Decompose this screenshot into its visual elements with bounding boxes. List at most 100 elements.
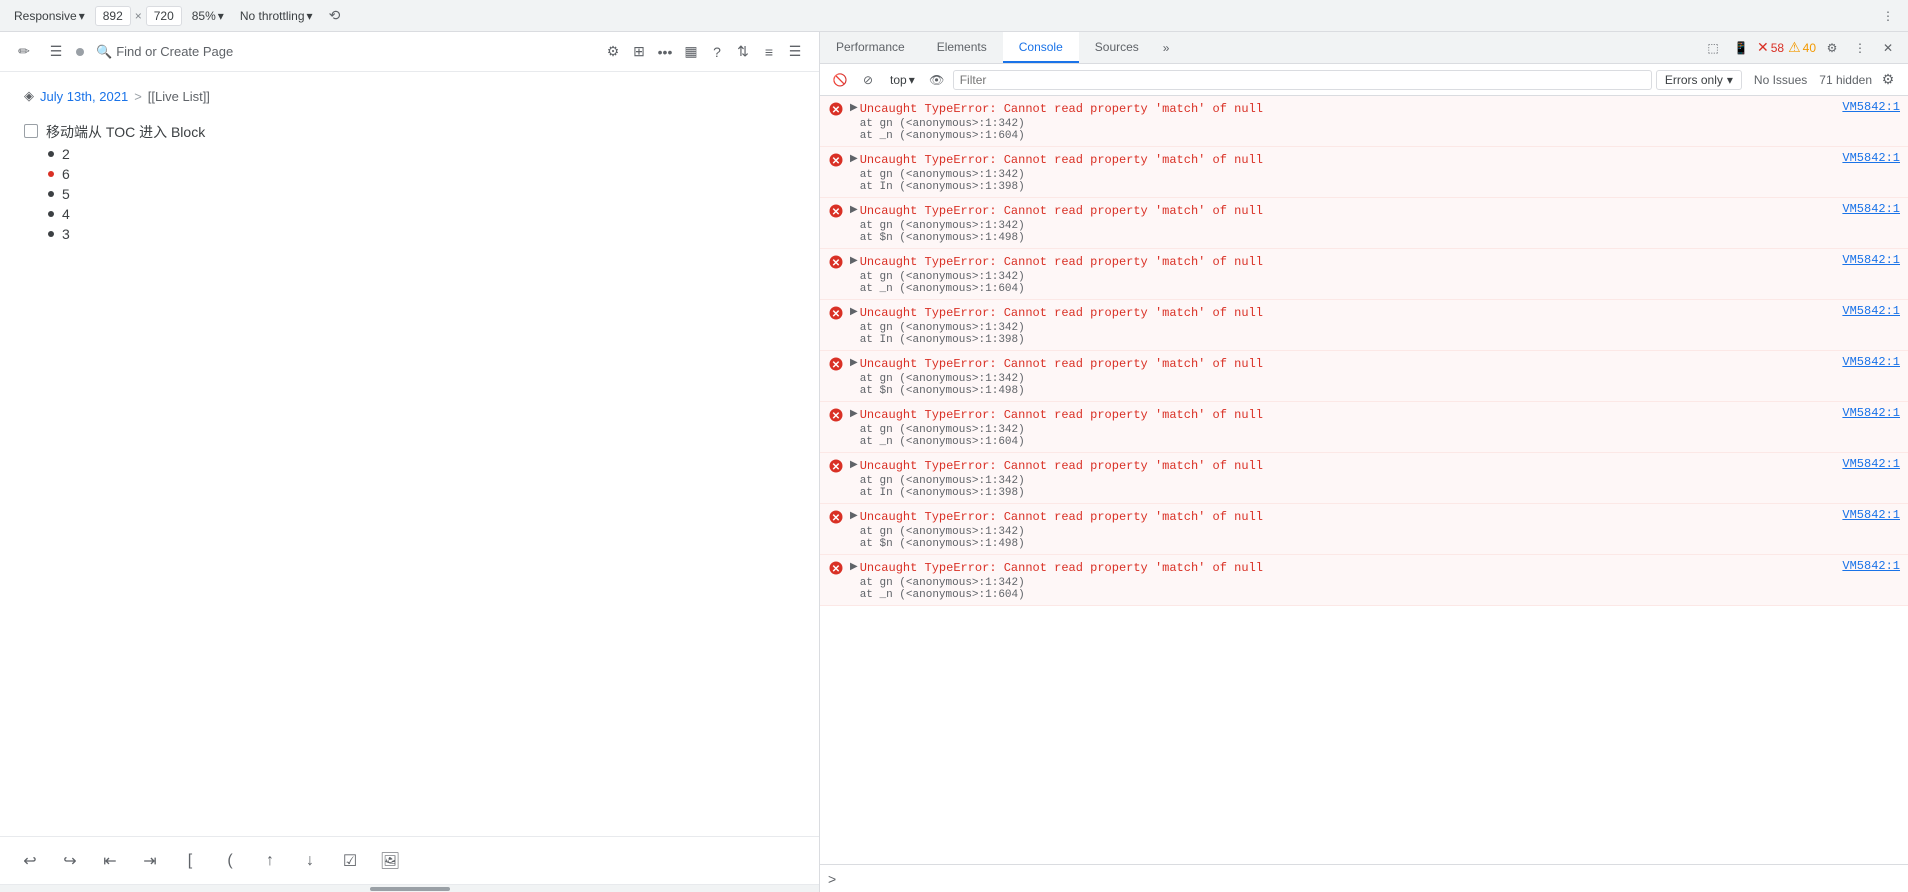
paren-button[interactable]: ( [216,847,244,875]
tab-performance[interactable]: Performance [820,32,921,63]
rotate-icon[interactable]: ⟲ [323,4,347,28]
error-message-text: Uncaught TypeError: Cannot read property… [860,355,1843,373]
throttle-select[interactable]: No throttling ▾ [234,7,319,25]
device-toolbar-icon[interactable]: 📱 [1729,36,1753,60]
devtools-close-icon[interactable]: ✕ [1876,36,1900,60]
responsive-label: Responsive [14,9,77,23]
undo-button[interactable]: ↩ [16,847,44,875]
list-item-value: 6 [62,166,70,182]
error-source-link[interactable]: VM5842:1 [1842,202,1900,216]
error-source-link[interactable]: VM5842:1 [1842,253,1900,267]
throttle-label: No throttling [240,9,305,23]
expand-icon[interactable]: ▶ [850,255,858,266]
expand-icon[interactable]: ▶ [850,153,858,164]
outdent-button[interactable]: ⇤ [96,847,124,875]
width-input[interactable] [95,6,131,26]
console-error-row[interactable]: ✕▶Uncaught TypeError: Cannot read proper… [820,147,1908,198]
block-checkbox-item: 移动端从 TOC 进入 Block [24,120,795,144]
find-create-label: Find or Create Page [116,44,233,59]
checkbox-input[interactable] [24,124,38,138]
error-source-link[interactable]: VM5842:1 [1842,406,1900,420]
console-error-row[interactable]: ✕▶Uncaught TypeError: Cannot read proper… [820,555,1908,606]
eye-icon[interactable]: 👁 [925,68,949,92]
menu-icon[interactable]: ☰ [783,40,807,64]
errors-only-button[interactable]: Errors only ▾ [1656,70,1742,90]
indent-button[interactable]: ⇥ [136,847,164,875]
error-source-link[interactable]: VM5842:1 [1842,100,1900,114]
list-icon[interactable]: ☰ [44,40,68,64]
list-item: 2 [24,144,795,164]
console-error-row[interactable]: ✕▶Uncaught TypeError: Cannot read proper… [820,402,1908,453]
console-error-row[interactable]: ✕▶Uncaught TypeError: Cannot read proper… [820,198,1908,249]
filter-icon[interactable]: ⚙ [601,40,625,64]
tab-more-icon[interactable]: » [1155,32,1178,63]
no-issues-button[interactable]: No Issues [1746,71,1815,89]
error-message-text: Uncaught TypeError: Cannot read property… [860,457,1843,475]
expand-icon[interactable]: ▶ [850,306,858,317]
redo-button[interactable]: ↪ [56,847,84,875]
height-input[interactable] [146,6,182,26]
error-source-link[interactable]: VM5842:1 [1842,508,1900,522]
arrow-down-button[interactable]: ↓ [296,847,324,875]
tab-elements-label: Elements [937,40,987,54]
console-error-row[interactable]: ✕▶Uncaught TypeError: Cannot read proper… [820,249,1908,300]
devtools-header: Performance Elements Console Sources » ⬚… [820,32,1908,64]
console-input[interactable] [842,872,1900,886]
text-align-icon[interactable]: ≡ [757,40,781,64]
console-error-row[interactable]: ✕▶Uncaught TypeError: Cannot read proper… [820,504,1908,555]
error-source-link[interactable]: VM5842:1 [1842,304,1900,318]
editor-scrollbar[interactable] [0,884,819,892]
devtools-more-icon[interactable]: ⋮ [1848,36,1872,60]
arrow-up-button[interactable]: ↑ [256,847,284,875]
list-item: 4 [24,204,795,224]
expand-icon[interactable]: ▶ [850,102,858,113]
more-options-icon[interactable]: ••• [653,40,677,64]
console-error-row[interactable]: ✕▶Uncaught TypeError: Cannot read proper… [820,351,1908,402]
console-messages: ✕▶Uncaught TypeError: Cannot read proper… [820,96,1908,864]
zoom-select[interactable]: 85% ▾ [186,7,230,25]
bracket-button[interactable]: [ [176,847,204,875]
error-source-link[interactable]: VM5842:1 [1842,559,1900,573]
expand-icon[interactable]: ▶ [850,357,858,368]
console-filter-input[interactable] [953,70,1652,90]
error-main-line: Uncaught TypeError: Cannot read property… [860,304,1900,322]
find-create-page-button[interactable]: 🔍 Find or Create Page [96,44,233,60]
console-error-row[interactable]: ✕▶Uncaught TypeError: Cannot read proper… [820,300,1908,351]
grid-icon[interactable]: ⊞ [627,40,651,64]
console-clear-icon[interactable]: 🚫 [828,68,852,92]
image-button[interactable]: 🖼 [376,847,404,875]
pencil-icon[interactable]: ✏ [12,40,36,64]
console-settings-icon[interactable]: ⚙ [1876,68,1900,92]
error-source-link[interactable]: VM5842:1 [1842,457,1900,471]
help-icon[interactable]: ? [705,40,729,64]
top-bar-more-icon[interactable]: ⋮ [1876,4,1900,28]
devtools-tabs: Performance Elements Console Sources » [820,32,1177,63]
console-context-select[interactable]: top ▾ [884,71,921,89]
console-error-row[interactable]: ✕▶Uncaught TypeError: Cannot read proper… [820,453,1908,504]
tab-elements[interactable]: Elements [921,32,1003,63]
console-filter-icon[interactable]: ⊘ [856,68,880,92]
inspect-element-icon[interactable]: ⬚ [1701,36,1725,60]
error-source-link[interactable]: VM5842:1 [1842,355,1900,369]
devtools-panel: Performance Elements Console Sources » ⬚… [820,32,1908,892]
error-circle-icon: ✕ [828,254,844,270]
responsive-select[interactable]: Responsive ▾ [8,7,91,25]
expand-icon[interactable]: ▶ [850,561,858,572]
error-trace-line: at _n (<anonymous>:1:604) [860,130,1900,142]
expand-icon[interactable]: ▶ [850,408,858,419]
zoom-arrow-icon: ▾ [218,9,224,23]
sort-icon[interactable]: ⇅ [731,40,755,64]
error-source-link[interactable]: VM5842:1 [1842,151,1900,165]
devtools-settings-icon[interactable]: ⚙ [1820,36,1844,60]
list-bullet-icon [48,151,54,157]
console-error-row[interactable]: ✕▶Uncaught TypeError: Cannot read proper… [820,96,1908,147]
tab-console[interactable]: Console [1003,32,1079,63]
breadcrumb-icon: ◈ [24,88,34,104]
breadcrumb-parent[interactable]: July 13th, 2021 [40,89,128,104]
expand-icon[interactable]: ▶ [850,459,858,470]
checkbox-button[interactable]: ☑ [336,847,364,875]
expand-icon[interactable]: ▶ [850,510,858,521]
expand-icon[interactable]: ▶ [850,204,858,215]
tab-sources[interactable]: Sources [1079,32,1155,63]
columns-icon[interactable]: ▦ [679,40,703,64]
